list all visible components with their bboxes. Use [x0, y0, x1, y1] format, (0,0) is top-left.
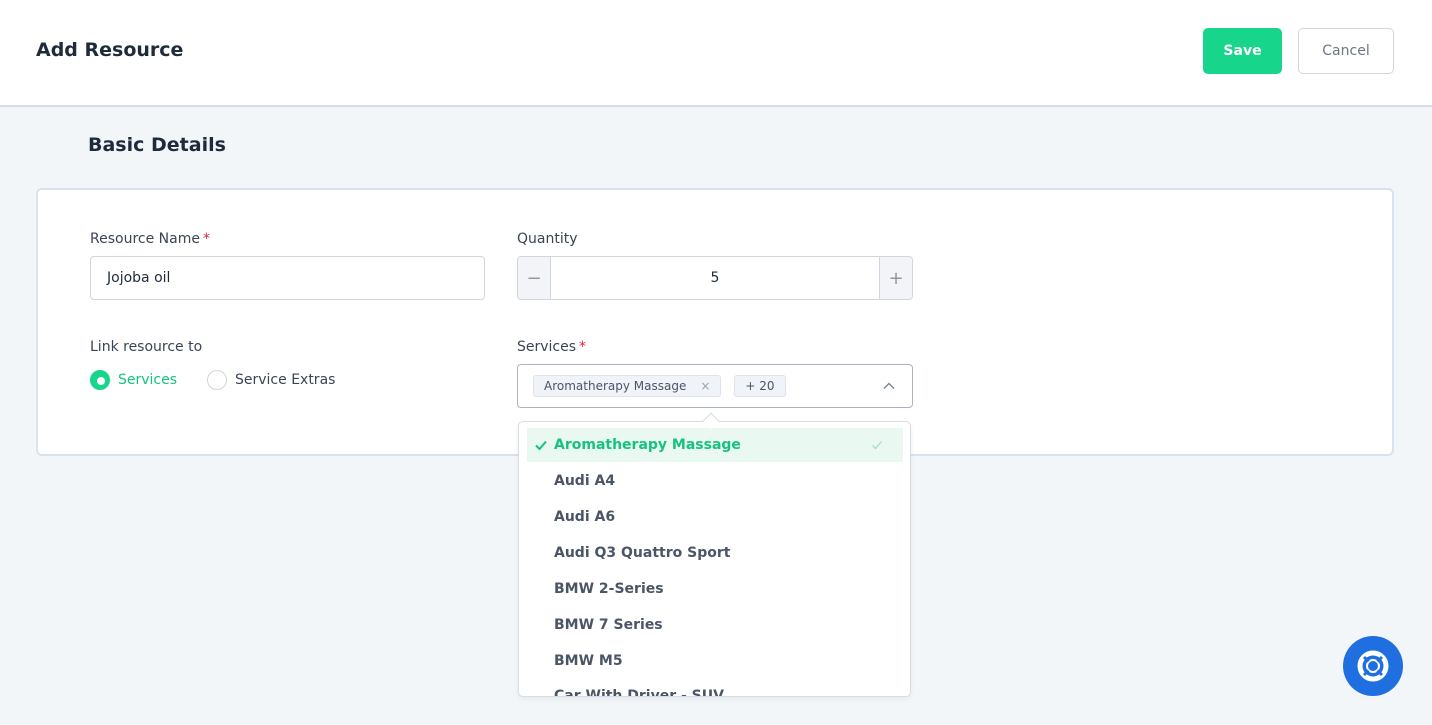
dropdown-option[interactable]: BMW M5: [527, 644, 903, 678]
save-button[interactable]: Save: [1203, 28, 1282, 74]
services-multiselect[interactable]: Aromatherapy Massage × + 20: [517, 364, 913, 408]
radio-service-extras-label: Service Extras: [235, 372, 336, 388]
dropdown-option[interactable]: Car With Driver - SUV: [527, 679, 903, 697]
required-mark: *: [579, 339, 587, 355]
service-tag: Aromatherapy Massage ×: [533, 375, 722, 397]
dropdown-option[interactable]: Aromatherapy Massage: [527, 428, 903, 462]
check-icon: [535, 440, 547, 451]
dropdown-option-label: Audi A4: [554, 473, 616, 489]
dropdown-option[interactable]: Audi A6: [527, 500, 903, 534]
dropdown-option-label: Audi Q3 Quattro Sport: [554, 545, 731, 561]
resource-name-input[interactable]: Jojoba oil: [90, 256, 485, 300]
link-resource-label: Link resource to: [90, 339, 203, 355]
chevron-up-icon[interactable]: [882, 379, 896, 393]
service-tag-label: Aromatherapy Massage: [544, 379, 687, 393]
dropdown-option-label: BMW 2-Series: [554, 581, 664, 597]
tag-remove-icon[interactable]: ×: [700, 379, 710, 393]
dropdown-option[interactable]: Audi Q3 Quattro Sport: [527, 536, 903, 570]
dropdown-option-label: Audi A6: [554, 509, 616, 525]
resource-name-value: Jojoba oil: [107, 270, 171, 286]
dropdown-option[interactable]: BMW 2-Series: [527, 572, 903, 606]
radio-selected-indicator: [90, 370, 110, 390]
page-title: Add Resource: [36, 39, 184, 61]
lifebuoy-icon: [1357, 650, 1389, 682]
help-button[interactable]: [1343, 636, 1403, 696]
quantity-value[interactable]: 5: [551, 257, 879, 299]
dropdown-option[interactable]: Audi A4: [527, 464, 903, 498]
dropdown-option-label: BMW 7 Series: [554, 617, 663, 633]
quantity-increment-button[interactable]: +: [879, 257, 912, 299]
more-count-badge: + 20: [734, 375, 786, 397]
quantity-label: Quantity: [517, 231, 578, 247]
dropdown-option-label: BMW M5: [554, 653, 623, 669]
services-label: Services *: [517, 339, 587, 355]
check-icon: [872, 441, 882, 450]
section-title: Basic Details: [88, 134, 226, 156]
radio-service-extras[interactable]: Service Extras: [207, 370, 335, 390]
cancel-button[interactable]: Cancel: [1298, 28, 1394, 74]
services-dropdown: Aromatherapy Massage Audi A4 Audi A6 Aud…: [518, 421, 911, 697]
dropdown-option[interactable]: BMW 7 Series: [527, 608, 903, 642]
quantity-decrement-button[interactable]: −: [518, 257, 551, 299]
radio-services[interactable]: Services: [90, 370, 177, 390]
dropdown-option-label: Aromatherapy Massage: [554, 437, 741, 453]
quantity-stepper: − 5 +: [517, 256, 913, 300]
radio-services-label: Services: [118, 372, 178, 388]
dropdown-option-label: Car With Driver - SUV: [554, 688, 724, 697]
resource-name-label: Resource Name *: [90, 231, 210, 247]
required-mark: *: [202, 231, 210, 247]
radio-unselected-indicator: [207, 370, 227, 390]
